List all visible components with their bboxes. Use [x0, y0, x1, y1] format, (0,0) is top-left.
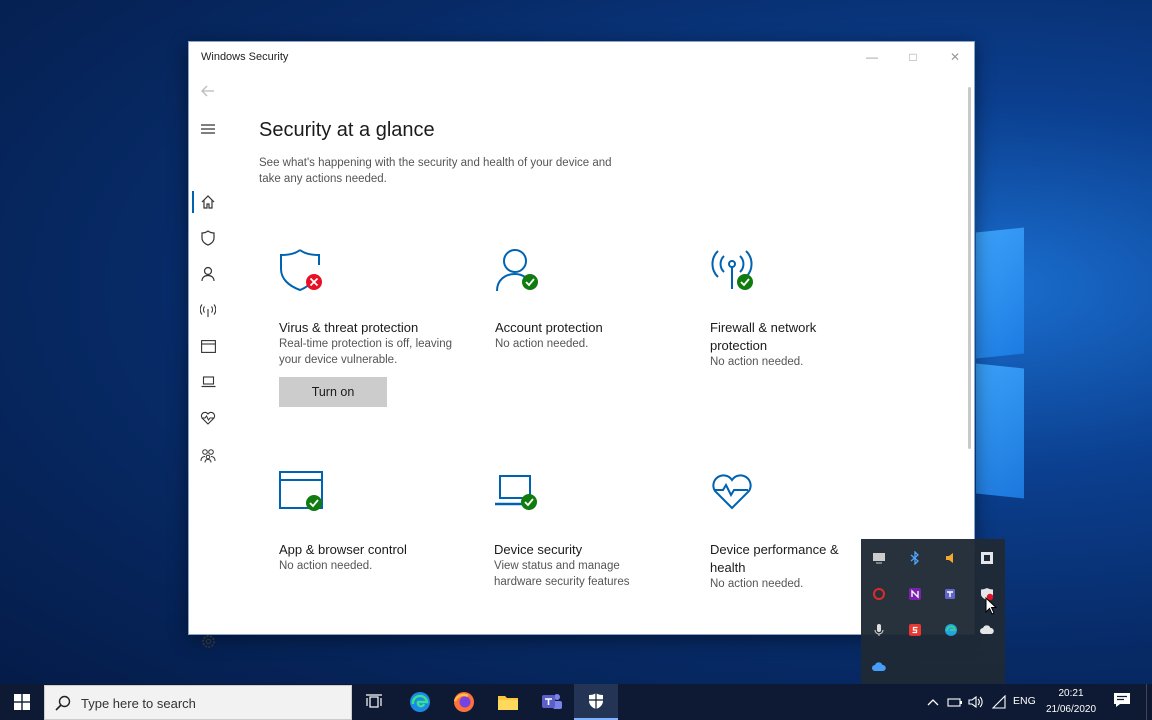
shield-icon	[589, 693, 603, 709]
home-icon[interactable]	[197, 191, 219, 213]
app-tray-icon[interactable]	[977, 548, 997, 568]
input-language[interactable]: ENG	[1013, 695, 1036, 707]
tray-overflow-popup	[861, 539, 1005, 686]
folder-icon	[498, 696, 518, 710]
taskbar-file-explorer[interactable]	[486, 684, 530, 720]
laptop-ok-icon	[495, 475, 537, 510]
desktop-wallpaper-pane	[976, 227, 1024, 359]
tile-description: No action needed.	[495, 338, 589, 350]
nav-active-indicator	[192, 191, 194, 213]
tile-description: No action needed.	[279, 560, 373, 572]
search-placeholder: Type here to search	[81, 696, 196, 711]
battery-power-icon[interactable]	[947, 694, 963, 710]
show-hidden-icons-chevron-icon[interactable]	[925, 694, 941, 710]
clock-date[interactable]: 21/06/2020	[1040, 704, 1102, 715]
tile-title: Virus & threat protection	[279, 320, 419, 335]
tile-description: View status and manage hardware security…	[494, 560, 630, 588]
start-button[interactable]	[0, 684, 43, 720]
shield-icon[interactable]	[197, 227, 219, 249]
taskbar-search-box[interactable]: Type here to search	[44, 685, 352, 720]
taskbar: Type here to search ENG 20:21 21/06/2020	[0, 684, 1152, 720]
hamburger-menu-icon[interactable]	[197, 118, 219, 140]
title-bar: Windows Security — □ ✕	[189, 42, 974, 72]
monitor-tray-icon[interactable]	[869, 548, 889, 568]
red-circle-tray-icon[interactable]	[869, 584, 889, 604]
back-arrow-icon[interactable]	[197, 80, 219, 102]
close-button[interactable]: ✕	[944, 48, 966, 66]
tile-title: Device performance & health	[710, 542, 839, 575]
windows-security-window: Windows Security — □ ✕ Security at a gla…	[188, 41, 975, 648]
taskbar-firefox[interactable]	[442, 684, 486, 720]
edge-tray-icon[interactable]	[941, 620, 961, 640]
page-title: Security at a glance	[259, 119, 435, 141]
volume-icon[interactable]	[968, 694, 984, 710]
shield-error-icon	[280, 249, 322, 292]
laptop-icon[interactable]	[197, 371, 219, 393]
action-center-button[interactable]	[1113, 692, 1135, 712]
clock-time[interactable]: 20:21	[1040, 688, 1102, 699]
page-subtitle: See what's happening with the security a…	[259, 157, 612, 185]
person-icon[interactable]	[197, 263, 219, 285]
family-icon[interactable]	[197, 444, 219, 466]
teams-tray-icon[interactable]	[941, 584, 961, 604]
tile-title: Firewall & network protection	[710, 320, 817, 353]
tile-title: Account protection	[495, 320, 603, 335]
minimize-button[interactable]: —	[861, 48, 883, 66]
scrollbar[interactable]	[968, 87, 971, 449]
search-icon	[55, 695, 71, 711]
edge-icon	[410, 692, 430, 712]
taskbar-edge[interactable]	[398, 684, 442, 720]
onedrive-tray-icon[interactable]	[869, 657, 889, 677]
task-view-button[interactable]	[352, 684, 396, 720]
taskbar-windows-security[interactable]	[574, 684, 618, 720]
antenna-ok-icon	[711, 250, 753, 290]
browser-ok-icon	[279, 471, 323, 511]
browser-window-icon[interactable]	[197, 335, 219, 357]
cloud-tray-icon[interactable]	[977, 620, 997, 640]
navigation-sidebar	[189, 72, 225, 648]
desktop-wallpaper-pane	[976, 363, 1024, 499]
windows-logo-icon	[13, 694, 30, 710]
tile-title: Device security	[494, 542, 583, 557]
heart-pulse-icon	[712, 474, 752, 510]
audio-tray-icon[interactable]	[941, 548, 961, 568]
notification-icon	[1114, 693, 1130, 707]
mouse-cursor-icon	[985, 597, 997, 615]
microphone-tray-icon[interactable]	[869, 620, 889, 640]
bluetooth-tray-icon[interactable]	[905, 548, 925, 568]
tile-description: No action needed.	[710, 356, 804, 368]
task-view-icon	[366, 694, 382, 708]
show-desktop-button[interactable]	[1146, 684, 1152, 720]
tile-description: Real-time protection is off, leaving you…	[279, 338, 453, 366]
network-icon[interactable]	[991, 694, 1007, 710]
taskbar-teams[interactable]	[530, 684, 574, 720]
account-ok-icon	[496, 249, 538, 292]
tile-title: App & browser control	[279, 542, 407, 557]
wireless-antenna-icon[interactable]	[197, 299, 219, 321]
onenote-tray-icon[interactable]	[905, 584, 925, 604]
firefox-icon	[453, 692, 474, 712]
red-app-tray-icon[interactable]	[905, 620, 925, 640]
teams-icon	[542, 694, 562, 709]
settings-gear-icon[interactable]	[197, 630, 219, 652]
turn-on-button[interactable]: Turn on	[279, 377, 387, 407]
maximize-button[interactable]: □	[902, 48, 924, 66]
heart-pulse-icon[interactable]	[197, 407, 219, 429]
window-title: Windows Security	[201, 51, 289, 63]
